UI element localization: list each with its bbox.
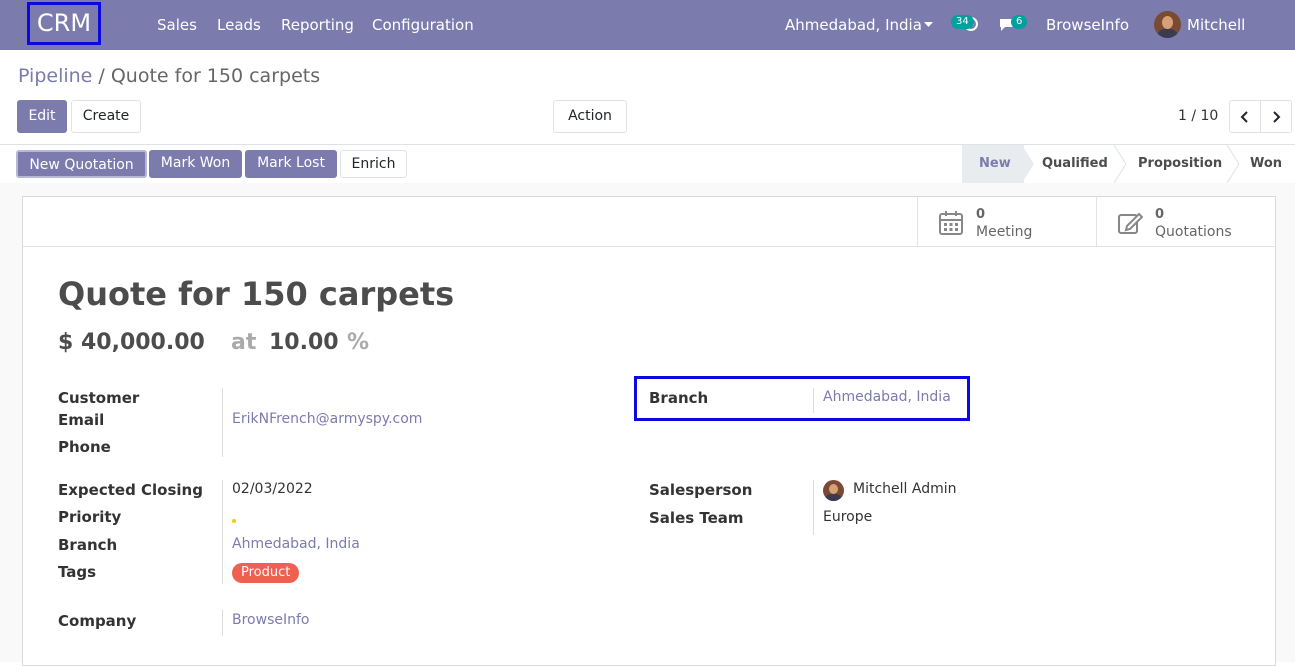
mark-won-button[interactable]: Mark Won	[149, 150, 242, 178]
pager-value[interactable]: 1 / 10	[1178, 108, 1218, 124]
stage-new[interactable]: New	[962, 145, 1024, 183]
breadcrumb-pipeline[interactable]: Pipeline	[18, 65, 92, 87]
breadcrumb: Pipeline / Quote for 150 carpets	[18, 65, 320, 87]
create-button[interactable]: Create	[71, 100, 141, 133]
quotations-count: 0	[1155, 207, 1165, 222]
activity-badge: 34	[951, 15, 974, 29]
stage-qualified[interactable]: Qualified	[1042, 145, 1108, 183]
company-switcher[interactable]: BrowseInfo	[1046, 0, 1129, 50]
action-button[interactable]: Action	[553, 100, 627, 133]
record-title[interactable]: Quote for 150 carpets	[58, 275, 454, 313]
probability-value[interactable]: 10.00	[269, 330, 339, 355]
email-label: Email	[58, 411, 105, 429]
mark-lost-button[interactable]: Mark Lost	[245, 150, 337, 178]
app-name[interactable]: CRM	[27, 2, 101, 45]
branch-value-2[interactable]: Ahmedabad, India	[232, 536, 360, 552]
branch-value[interactable]: Ahmedabad, India	[823, 389, 951, 405]
menu-reporting[interactable]: Reporting	[281, 0, 354, 50]
menu-sales[interactable]: Sales	[157, 0, 197, 50]
priority-label: Priority	[58, 508, 122, 526]
priority-star-icon[interactable]	[232, 519, 236, 523]
salesperson-value[interactable]: Mitchell Admin	[853, 481, 957, 497]
customer-label: Customer	[58, 389, 140, 407]
meeting-count: 0	[976, 207, 986, 222]
caret-down-icon	[924, 22, 933, 27]
menu-leads[interactable]: Leads	[217, 0, 261, 50]
avatar[interactable]	[1154, 11, 1181, 38]
sales-team-value[interactable]: Europe	[823, 509, 872, 525]
expected-closing-value[interactable]: 02/03/2022	[232, 481, 313, 497]
meeting-label: Meeting	[976, 224, 1033, 240]
company-value[interactable]: BrowseInfo	[232, 612, 309, 628]
form-sheet: 0 Meeting 0 Quotations	[22, 196, 1276, 666]
branch-switcher[interactable]: Ahmedabad, India	[785, 0, 922, 50]
pager-next-button[interactable]	[1260, 100, 1292, 133]
salesperson-avatar	[823, 480, 844, 501]
branch-label: Branch	[649, 389, 709, 407]
branch-label-2: Branch	[58, 536, 118, 554]
smart-button-box: 0 Meeting 0 Quotations	[23, 197, 1275, 247]
stage-won[interactable]: Won	[1250, 145, 1282, 183]
pager-previous-button[interactable]	[1229, 100, 1261, 133]
enrich-button[interactable]: Enrich	[340, 150, 407, 178]
edit-button[interactable]: Edit	[17, 100, 67, 133]
email-value[interactable]: ErikNFrench@armyspy.com	[232, 411, 422, 427]
meeting-smart-button[interactable]: 0 Meeting	[917, 197, 1097, 246]
menu-configuration[interactable]: Configuration	[372, 0, 474, 50]
phone-label: Phone	[58, 438, 111, 456]
user-menu[interactable]: Mitchell Admin	[1187, 0, 1295, 84]
quotations-label: Quotations	[1155, 224, 1232, 240]
stage-proposition[interactable]: Proposition	[1138, 145, 1222, 183]
edit-icon	[1118, 212, 1143, 234]
breadcrumb-separator: /	[92, 65, 111, 87]
status-bar: New Quotation Mark Won Mark Lost Enrich …	[0, 144, 1295, 184]
salesperson-label: Salesperson	[649, 481, 753, 499]
at-label: at	[231, 330, 257, 355]
chevron-right-icon	[1273, 111, 1281, 123]
messages-badge: 6	[1011, 15, 1028, 29]
chevron-left-icon	[1240, 111, 1248, 123]
expected-revenue[interactable]: $ 40,000.00	[58, 330, 205, 355]
percent-sign: %	[347, 330, 370, 355]
sales-team-label: Sales Team	[649, 509, 744, 527]
tag-badge[interactable]: Product	[232, 563, 300, 583]
company-label: Company	[58, 612, 137, 630]
new-quotation-button[interactable]: New Quotation	[16, 150, 147, 178]
expected-closing-label: Expected Closing	[58, 481, 203, 499]
quotations-smart-button[interactable]: 0 Quotations	[1096, 197, 1276, 246]
breadcrumb-current: Quote for 150 carpets	[110, 65, 321, 87]
top-navbar: CRM Sales Leads Reporting Configuration …	[0, 0, 1295, 84]
tags-label: Tags	[58, 563, 97, 581]
calendar-icon	[939, 211, 963, 235]
